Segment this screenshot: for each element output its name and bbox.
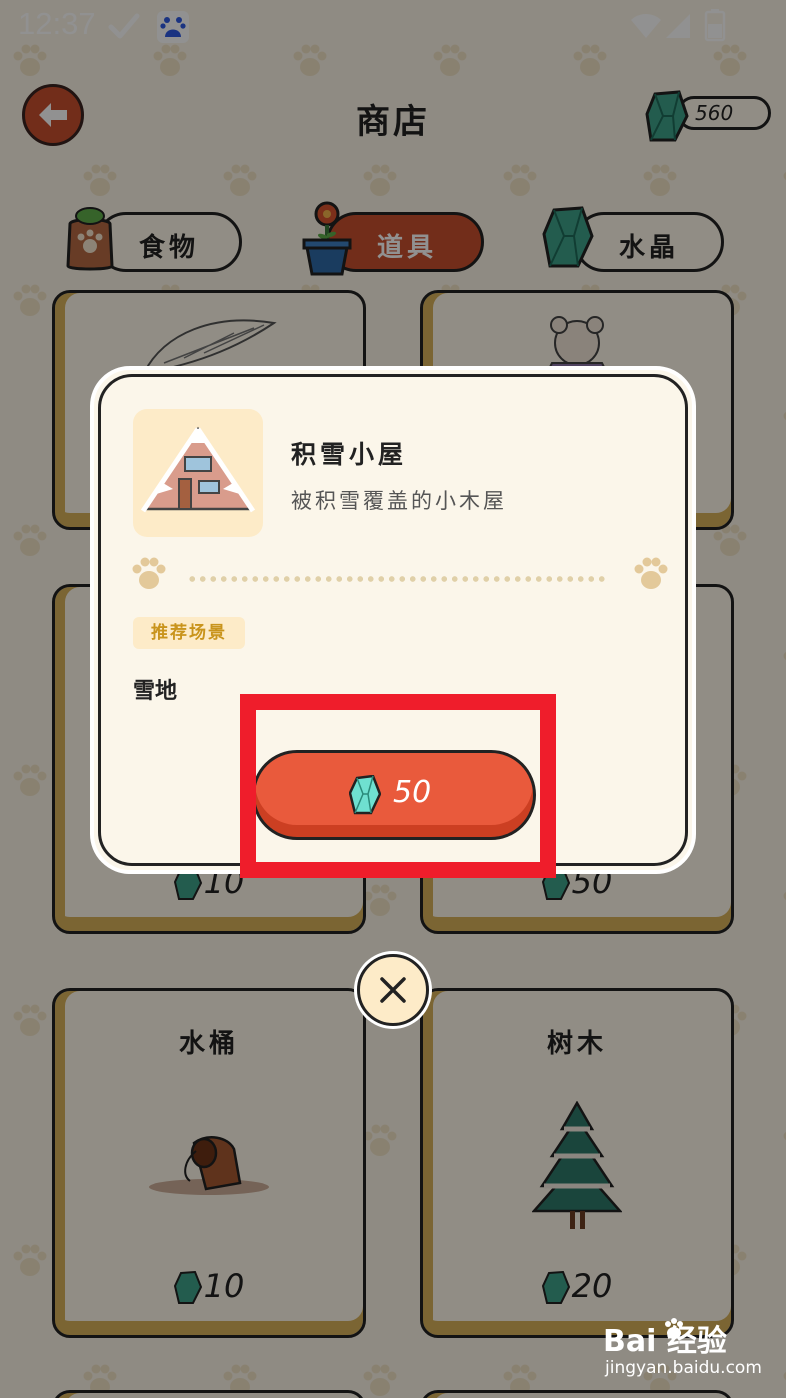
- snow-cabin-icon: [140, 426, 256, 513]
- recommended-scene-value: 雪地: [133, 679, 178, 704]
- item-thumbnail: [133, 409, 263, 537]
- highlight-box: [240, 694, 556, 878]
- paw-icon: [634, 557, 668, 589]
- paw-icon: [132, 557, 166, 589]
- close-button[interactable]: [357, 954, 429, 1026]
- item-title: 积雪小屋: [291, 440, 408, 469]
- dotted-divider: [187, 575, 607, 583]
- recommended-scene-label: 推荐场景: [133, 617, 245, 649]
- watermark-url: jingyan.baidu.com: [605, 1358, 762, 1378]
- baidu-jingyan-watermark: Bai 经验 jingyan.baidu.com: [577, 1316, 777, 1386]
- watermark-brand: Bai 经验: [603, 1324, 727, 1359]
- item-description: 被积雪覆盖的小木屋: [291, 489, 507, 513]
- close-icon: [380, 977, 406, 1003]
